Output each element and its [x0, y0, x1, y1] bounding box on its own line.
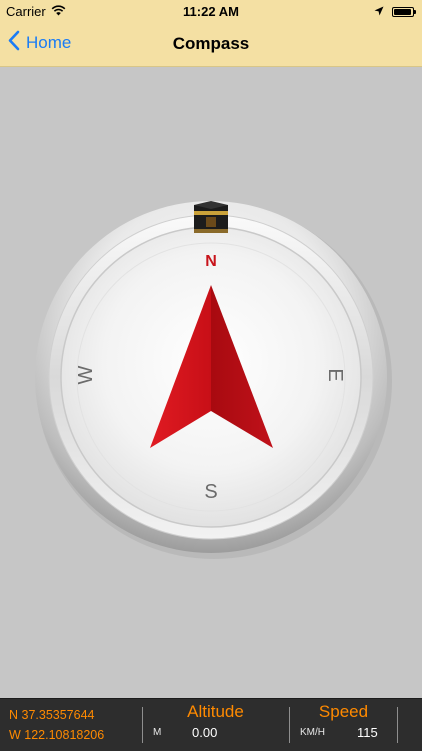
battery-icon [392, 6, 416, 17]
info-bar: N 37.35357644 W 122.10818206 Altitude M … [0, 698, 422, 751]
location-arrow-icon [374, 4, 384, 19]
status-right [374, 4, 416, 19]
latitude-value: N 37.35357644 [9, 708, 95, 722]
divider [397, 707, 398, 743]
compass-area: N S E W [0, 66, 422, 698]
speed-title: Speed [318, 702, 369, 721]
north-label: N [205, 253, 217, 270]
page-title: Compass [172, 34, 250, 53]
coordinates: N 37.35357644 W 122.10818206 [9, 705, 104, 745]
battery-level-fill [394, 8, 412, 15]
speed-value: 115 [357, 725, 378, 740]
west-label: W [75, 365, 97, 384]
status-bar: Carrier 11:22 AM [0, 0, 422, 22]
longitude-value: W 122.10818206 [9, 728, 105, 742]
south-label: S [204, 481, 217, 503]
speed-unit: KM/H [300, 727, 325, 738]
east-label: E [324, 368, 346, 381]
header: Carrier 11:22 AM Home Compass [0, 0, 422, 67]
status-time: 11:22 AM [183, 4, 239, 19]
kaaba-icon [194, 201, 228, 233]
altitude-unit: M [153, 727, 162, 738]
altitude-value: 0.00 [192, 725, 218, 740]
compass: N S E W [35, 201, 392, 559]
altitude-title: Altitude [187, 702, 244, 721]
nav-bar: Home Compass [0, 22, 422, 66]
